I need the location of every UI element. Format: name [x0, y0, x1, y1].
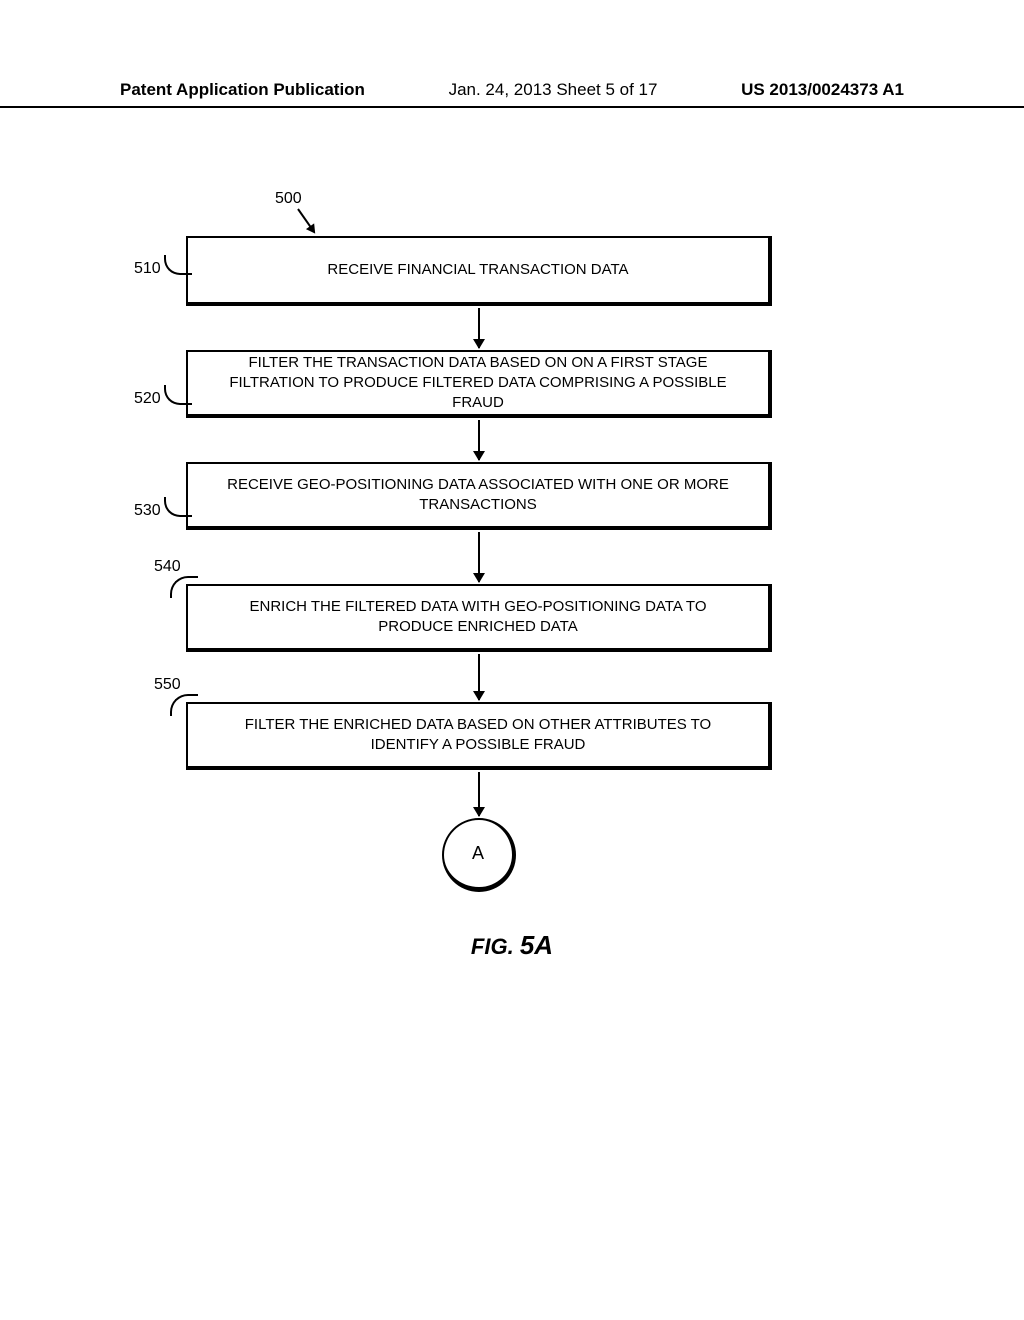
figure-number: 5A [520, 930, 553, 960]
off-page-connector: A [442, 818, 516, 892]
arrow-510-520 [478, 308, 480, 348]
ref-500-leader-arrow [297, 208, 315, 232]
header-right: US 2013/0024373 A1 [741, 80, 904, 100]
flowchart: 500 RECEIVE FINANCIAL TRANSACTION DATA 5… [0, 180, 1024, 1080]
step-box-550: FILTER THE ENRICHED DATA BASED ON OTHER … [186, 702, 772, 770]
arrow-550-connector [478, 772, 480, 816]
ref-530-leader [164, 497, 192, 517]
page-header: Patent Application Publication Jan. 24, … [0, 80, 1024, 108]
ref-540: 540 [154, 558, 181, 576]
figure-label: FIG. 5A [0, 930, 1024, 961]
header-center: Jan. 24, 2013 Sheet 5 of 17 [449, 80, 658, 100]
ref-540-leader [170, 576, 198, 598]
figure-prefix: FIG. [471, 934, 520, 959]
ref-520-leader [164, 385, 192, 405]
header-left: Patent Application Publication [120, 80, 365, 100]
arrow-520-530 [478, 420, 480, 460]
arrow-540-550 [478, 654, 480, 700]
arrow-530-540 [478, 532, 480, 582]
ref-520: 520 [134, 390, 161, 408]
ref-550: 550 [154, 676, 181, 694]
ref-530: 530 [134, 502, 161, 520]
ref-500: 500 [275, 190, 302, 208]
ref-510: 510 [134, 260, 161, 278]
ref-510-leader [164, 255, 192, 275]
step-box-520: FILTER THE TRANSACTION DATA BASED ON ON … [186, 350, 772, 418]
step-box-530: RECEIVE GEO-POSITIONING DATA ASSOCIATED … [186, 462, 772, 530]
ref-550-leader [170, 694, 198, 716]
step-box-540: ENRICH THE FILTERED DATA WITH GEO-POSITI… [186, 584, 772, 652]
step-box-510: RECEIVE FINANCIAL TRANSACTION DATA [186, 236, 772, 306]
